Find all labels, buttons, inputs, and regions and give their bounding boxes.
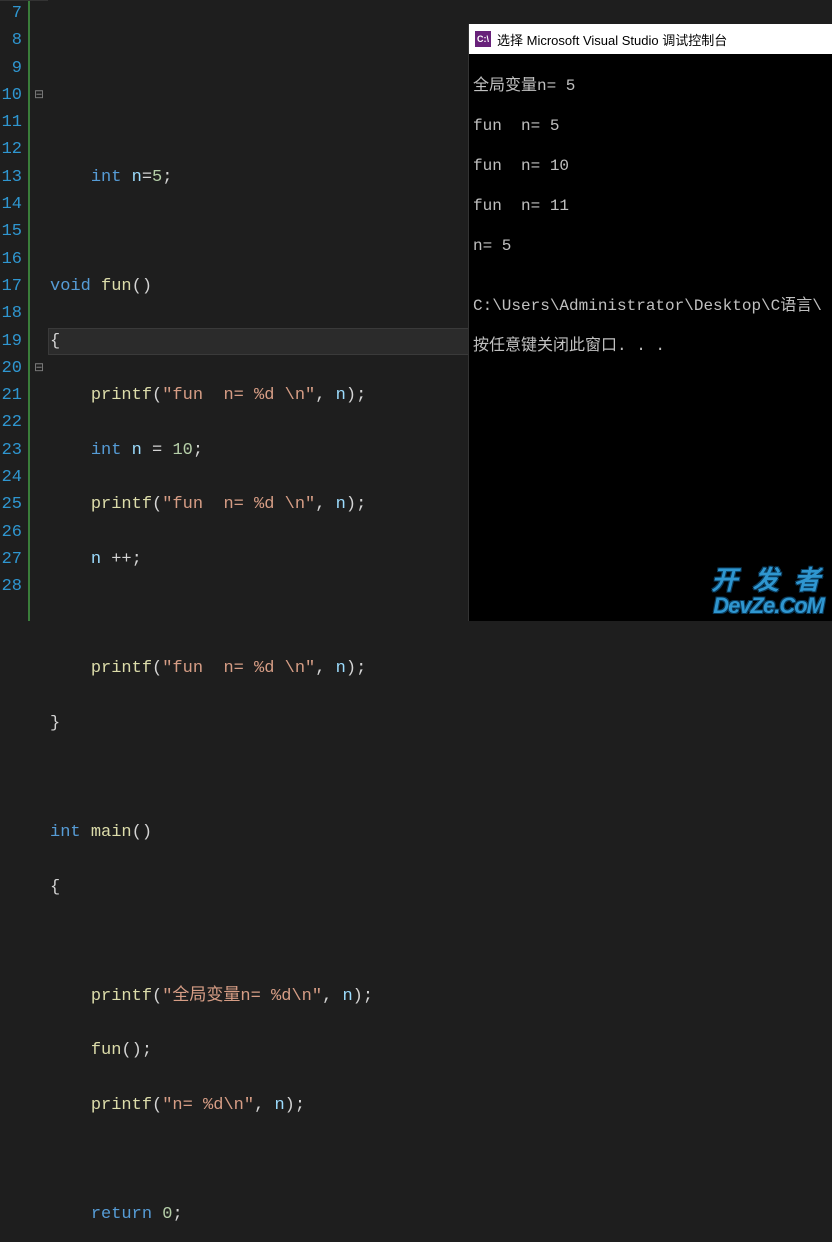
line-number: 9 [0,55,22,82]
code-line[interactable] [50,601,832,628]
line-number: 22 [0,409,22,436]
code-line[interactable] [50,109,832,136]
code-line[interactable]: int n = 10; [50,437,832,464]
code-line[interactable] [50,218,832,245]
fold-column: ⊟ ⊟ [30,0,48,621]
code-line[interactable]: printf("n= %d\n", n); [50,1092,832,1119]
line-number: 10 [0,82,22,109]
line-number: 20 [0,355,22,382]
code-line[interactable]: int main() [50,819,832,846]
fold-toggle-icon[interactable]: ⊟ [30,82,48,109]
line-number: 18 [0,300,22,327]
code-line[interactable]: } [50,710,832,737]
line-number: 28 [0,573,22,600]
code-line[interactable]: printf("fun n= %d \n", n); [50,655,832,682]
code-line[interactable]: int n=5; [50,164,832,191]
line-number: 14 [0,191,22,218]
line-number: 7 [0,0,22,27]
fold-toggle-icon[interactable]: ⊟ [30,355,48,382]
code-line[interactable] [50,1146,832,1173]
code-line[interactable]: n ++; [50,546,832,573]
line-number: 13 [0,164,22,191]
code-line[interactable]: { [50,874,832,901]
line-number: 11 [0,109,22,136]
code-text-area[interactable]: int n=5; void fun() { printf("fun n= %d … [48,0,832,621]
code-line[interactable]: return 0; [50,1201,832,1228]
line-number: 21 [0,382,22,409]
code-line[interactable]: printf("fun n= %d \n", n); [50,491,832,518]
code-editor[interactable]: 7891011121314151617181920212223242526272… [0,0,832,621]
line-number: 8 [0,27,22,54]
line-number: 26 [0,519,22,546]
line-number: 19 [0,328,22,355]
code-line[interactable]: printf("fun n= %d \n", n); [50,382,832,409]
code-line[interactable]: void fun() [50,273,832,300]
line-number: 27 [0,546,22,573]
line-number: 23 [0,437,22,464]
code-line[interactable] [50,764,832,791]
console-title: 选择 Microsoft Visual Studio 调试控制台 [497,30,727,49]
code-line[interactable]: printf("全局变量n= %d\n", n); [50,983,832,1010]
code-line[interactable] [50,928,832,955]
line-number: 12 [0,136,22,163]
code-line[interactable]: fun(); [50,1037,832,1064]
line-number: 17 [0,273,22,300]
code-line[interactable]: { [50,328,832,355]
line-number-gutter: 7891011121314151617181920212223242526272… [0,0,30,621]
console-titlebar[interactable]: C:\ 选择 Microsoft Visual Studio 调试控制台 [469,24,832,54]
line-number: 15 [0,218,22,245]
vs-console-icon: C:\ [475,31,491,47]
line-number: 25 [0,491,22,518]
line-number: 24 [0,464,22,491]
line-number: 16 [0,246,22,273]
